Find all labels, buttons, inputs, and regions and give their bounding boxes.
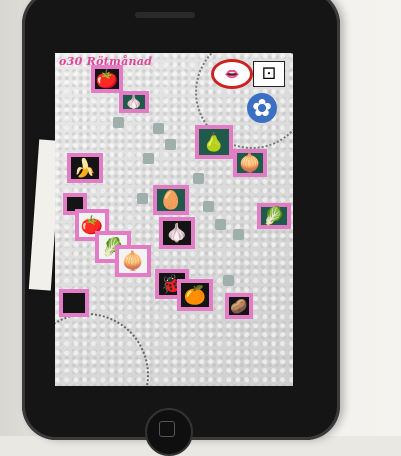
lace-ornament-bottom bbox=[55, 313, 149, 386]
chip[interactable] bbox=[113, 117, 124, 128]
dark-tile[interactable] bbox=[59, 289, 89, 317]
garlic-icon: 🧄 bbox=[165, 223, 189, 243]
orange-icon: 🍊 bbox=[183, 285, 207, 305]
pear-tile[interactable]: 🍐 bbox=[195, 125, 233, 159]
onion-tile-2[interactable]: 🧅 bbox=[115, 245, 151, 277]
banana-tile[interactable]: 🍌 bbox=[67, 153, 103, 183]
chip[interactable] bbox=[193, 173, 204, 184]
garlic-icon: 🧄 bbox=[125, 94, 143, 110]
pear-icon: 🍐 bbox=[202, 132, 226, 152]
phone-speaker bbox=[135, 12, 195, 18]
egg-icon: 🥚 bbox=[159, 190, 183, 210]
mouth-icon[interactable]: 👄 bbox=[211, 59, 253, 89]
garlic-tile-2[interactable]: 🧄 bbox=[159, 217, 195, 249]
orange-tile[interactable]: 🍊 bbox=[177, 279, 213, 311]
home-square-icon bbox=[159, 421, 175, 437]
chip[interactable] bbox=[165, 139, 176, 150]
chip[interactable] bbox=[223, 275, 234, 286]
potatoes-icon: 🥔 bbox=[230, 298, 248, 314]
chip[interactable] bbox=[203, 201, 214, 212]
app-screen: o30 Rötmånad 👄 ⚀ ✿ 🍅 🧄 🍐 🧅 🍌 🥚 🥬 🍅 🧄 🥬 🧅… bbox=[55, 53, 293, 386]
potatoes-tile[interactable]: 🥔 bbox=[225, 293, 253, 319]
onion-tile[interactable]: 🧅 bbox=[233, 149, 267, 177]
banana-icon: 🍌 bbox=[73, 158, 97, 178]
egg-tile[interactable]: 🥚 bbox=[153, 185, 189, 215]
onion-icon: 🧅 bbox=[238, 153, 262, 173]
garlic-tile[interactable]: 🧄 bbox=[119, 91, 149, 113]
chip[interactable] bbox=[137, 193, 148, 204]
onion-icon: 🧅 bbox=[121, 251, 145, 271]
tomato-icon: 🍅 bbox=[95, 69, 119, 89]
flower-icon[interactable]: ✿ bbox=[247, 93, 277, 123]
cabbage-tile[interactable]: 🥬 bbox=[257, 203, 291, 229]
chip[interactable] bbox=[233, 229, 244, 240]
cabbage-icon: 🥬 bbox=[262, 206, 286, 226]
tomato-tile[interactable]: 🍅 bbox=[91, 65, 123, 93]
chip[interactable] bbox=[153, 123, 164, 134]
chip[interactable] bbox=[143, 153, 154, 164]
card-icon[interactable]: ⚀ bbox=[253, 61, 285, 87]
chip[interactable] bbox=[215, 219, 226, 230]
